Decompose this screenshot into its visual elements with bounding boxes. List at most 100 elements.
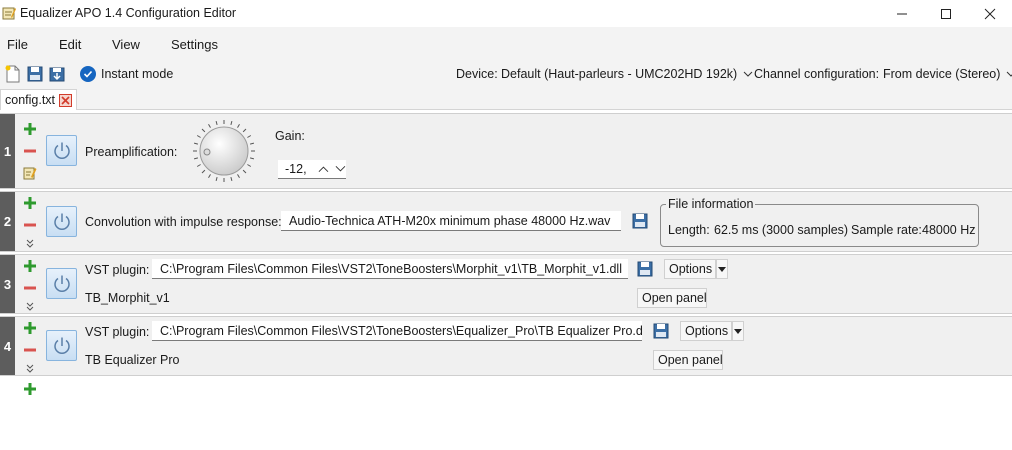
remove-filter-button[interactable] bbox=[23, 343, 37, 357]
menu-settings[interactable]: Settings bbox=[171, 37, 218, 52]
remove-filter-button[interactable] bbox=[23, 218, 37, 232]
chevron-down-icon[interactable] bbox=[335, 165, 346, 173]
tab-close-button[interactable] bbox=[59, 93, 73, 107]
row-number: 2 bbox=[0, 192, 15, 251]
preamp-label: Preamplification: bbox=[85, 145, 178, 159]
browse-file-button[interactable] bbox=[631, 212, 649, 230]
add-filter-button[interactable] bbox=[23, 259, 37, 273]
device-select[interactable]: Default (Haut-parleurs - UMC202HD 192k) bbox=[498, 64, 756, 84]
browse-file-button[interactable] bbox=[636, 260, 654, 278]
minimize-icon bbox=[897, 13, 907, 14]
menu-file[interactable]: File bbox=[7, 37, 28, 52]
plus-icon bbox=[24, 383, 36, 395]
knob-dial-icon bbox=[193, 120, 255, 182]
device-label: Device: bbox=[456, 67, 498, 81]
power-toggle-button[interactable] bbox=[46, 206, 77, 237]
maximize-button[interactable] bbox=[924, 0, 968, 27]
edit-filter-button[interactable] bbox=[23, 166, 37, 180]
device-select-value: Default (Haut-parleurs - UMC202HD 192k) bbox=[501, 67, 738, 81]
minus-icon bbox=[24, 223, 36, 227]
options-button[interactable]: Options bbox=[680, 321, 732, 341]
save-icon bbox=[637, 261, 653, 277]
add-filter-button[interactable] bbox=[23, 122, 37, 136]
expand-filter-button[interactable] bbox=[23, 301, 37, 311]
row-number: 4 bbox=[0, 317, 15, 375]
remove-filter-button[interactable] bbox=[23, 281, 37, 295]
options-dropdown-button[interactable] bbox=[732, 321, 744, 341]
gain-knob[interactable] bbox=[192, 119, 256, 183]
tab-bar bbox=[0, 88, 1012, 110]
power-icon bbox=[53, 213, 70, 230]
channel-configuration-select[interactable]: From device (Stereo) bbox=[880, 64, 1012, 84]
edit-icon bbox=[23, 167, 37, 180]
save-icon bbox=[653, 323, 669, 339]
minus-icon bbox=[24, 348, 36, 352]
length-value: 62.5 ms (3000 samples) bbox=[714, 223, 849, 237]
instant-mode-label: Instant mode bbox=[101, 67, 174, 81]
file-information-title: File information bbox=[666, 197, 756, 211]
length-label: Length: bbox=[668, 223, 710, 237]
impulse-file-field[interactable]: Audio-Technica ATH-M20x minimum phase 48… bbox=[281, 211, 621, 231]
instant-mode-checkbox[interactable] bbox=[80, 66, 96, 82]
power-toggle-button[interactable] bbox=[46, 330, 77, 361]
open-panel-button[interactable]: Open panel bbox=[637, 288, 707, 308]
save-as-icon bbox=[49, 67, 65, 82]
plus-icon bbox=[24, 123, 36, 135]
channel-configuration-label: Channel configuration: bbox=[754, 67, 880, 81]
close-icon bbox=[61, 95, 70, 105]
add-filter-button[interactable] bbox=[23, 196, 37, 210]
options-dropdown-button[interactable] bbox=[716, 259, 728, 279]
tab-label: config.txt bbox=[5, 93, 56, 107]
expand-filter-button[interactable] bbox=[23, 363, 37, 373]
add-filter-button[interactable] bbox=[23, 321, 37, 335]
gain-label: Gain: bbox=[275, 129, 305, 143]
double-chevron-down-icon bbox=[26, 364, 34, 373]
power-toggle-button[interactable] bbox=[46, 135, 77, 166]
minus-icon bbox=[24, 149, 36, 153]
vst-path-field[interactable]: C:\Program Files\Common Files\VST2\ToneB… bbox=[152, 321, 642, 341]
plugin-name: TB_Morphit_v1 bbox=[85, 291, 170, 305]
app-icon bbox=[2, 6, 16, 20]
convolution-label: Convolution with impulse response: bbox=[85, 215, 282, 229]
gain-spinbox[interactable]: -12, bbox=[278, 160, 346, 179]
minus-icon bbox=[24, 286, 36, 290]
open-panel-button[interactable]: Open panel bbox=[653, 350, 723, 370]
tab-config[interactable]: config.txt bbox=[0, 89, 78, 110]
chevron-down-icon bbox=[743, 71, 753, 77]
expand-filter-button[interactable] bbox=[23, 238, 37, 248]
vst-path-field[interactable]: C:\Program Files\Common Files\VST2\ToneB… bbox=[152, 259, 628, 279]
sample-rate-label: Sample rate: bbox=[851, 223, 922, 237]
browse-file-button[interactable] bbox=[652, 322, 670, 340]
minimize-button[interactable] bbox=[880, 0, 924, 27]
checkmark-icon bbox=[83, 70, 93, 78]
plus-icon bbox=[24, 322, 36, 334]
menu-bar bbox=[0, 27, 1012, 61]
power-icon bbox=[53, 337, 70, 354]
row-number: 3 bbox=[0, 255, 15, 313]
menu-view[interactable]: View bbox=[112, 37, 140, 52]
chevron-down-icon bbox=[1007, 71, 1012, 77]
add-filter-button[interactable] bbox=[23, 382, 37, 396]
close-window-button[interactable] bbox=[968, 0, 1012, 27]
save-icon bbox=[632, 213, 648, 229]
save-as-button[interactable] bbox=[48, 65, 66, 83]
remove-filter-button[interactable] bbox=[23, 144, 37, 158]
row-number: 1 bbox=[0, 114, 15, 188]
save-button[interactable] bbox=[26, 65, 44, 83]
power-icon bbox=[53, 275, 70, 292]
window-title: Equalizer APO 1.4 Configuration Editor bbox=[20, 6, 237, 20]
chevron-up-icon[interactable] bbox=[318, 165, 329, 173]
power-icon bbox=[53, 142, 70, 159]
double-chevron-down-icon bbox=[26, 302, 34, 311]
vst-plugin-label: VST plugin: bbox=[85, 263, 150, 277]
options-button[interactable]: Options bbox=[664, 259, 716, 279]
sample-rate-value: 48000 Hz bbox=[922, 223, 976, 237]
power-toggle-button[interactable] bbox=[46, 268, 77, 299]
new-file-button[interactable] bbox=[4, 65, 22, 83]
maximize-icon bbox=[941, 8, 951, 19]
channel-select-value: From device (Stereo) bbox=[883, 67, 1001, 81]
vst-plugin-label: VST plugin: bbox=[85, 325, 150, 339]
menu-edit[interactable]: Edit bbox=[59, 37, 81, 52]
plugin-name: TB Equalizer Pro bbox=[85, 353, 180, 367]
save-icon bbox=[27, 66, 43, 82]
